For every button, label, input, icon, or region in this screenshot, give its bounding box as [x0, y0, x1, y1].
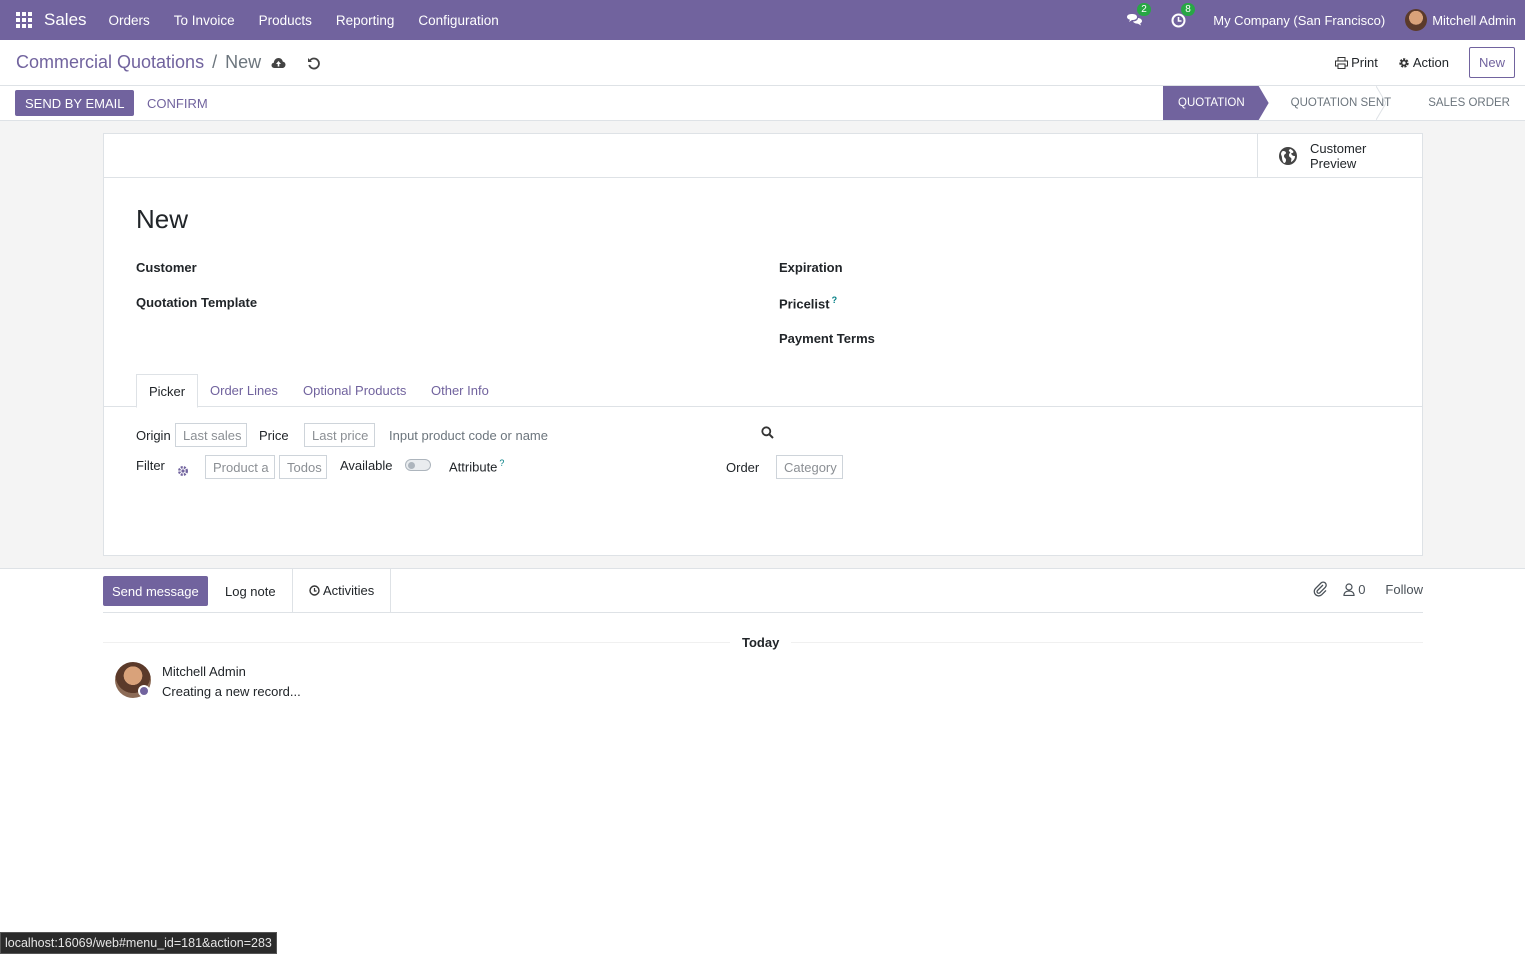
- chatter-topbar-right: 0 Follow: [1313, 581, 1423, 597]
- confirm-button[interactable]: CONFIRM: [147, 90, 208, 116]
- message-author[interactable]: Mitchell Admin: [162, 664, 246, 679]
- send-message-button[interactable]: Send message: [103, 576, 208, 606]
- apps-menu-icon[interactable]: [16, 12, 32, 28]
- company-switcher[interactable]: My Company (San Francisco): [1213, 13, 1385, 28]
- filter-all-select[interactable]: Todos: [279, 455, 327, 479]
- chatter: Send message Log note Activities 0 Follo…: [0, 568, 1525, 954]
- order-select[interactable]: Category: [776, 455, 843, 479]
- pricelist-help-icon[interactable]: ?: [832, 295, 838, 305]
- globe-icon: [1279, 147, 1297, 165]
- tab-picker[interactable]: Picker: [136, 374, 199, 408]
- record-title: New: [136, 204, 189, 234]
- tab-optional-products[interactable]: Optional Products: [291, 374, 418, 407]
- tab-order-lines[interactable]: Order Lines: [198, 374, 290, 407]
- activities-button[interactable]: Activities: [292, 569, 392, 612]
- price-select[interactable]: Last price: [304, 423, 375, 447]
- follow-button[interactable]: Follow: [1385, 582, 1423, 597]
- quotation-template-label: Quotation Template: [136, 295, 258, 310]
- payment-terms-label: Payment Terms: [779, 331, 875, 346]
- menu-reporting[interactable]: Reporting: [336, 13, 395, 28]
- print-label: Print: [1351, 55, 1378, 70]
- log-note-button[interactable]: Log note: [217, 576, 284, 606]
- print-icon: [1335, 56, 1349, 69]
- price-label: Price: [259, 428, 289, 443]
- discard-button[interactable]: [306, 55, 322, 71]
- stage-separator: [1376, 86, 1386, 120]
- send-by-email-button[interactable]: SEND BY EMAIL: [15, 90, 135, 116]
- stage-sales-order[interactable]: SALES ORDER: [1406, 86, 1525, 120]
- customer-preview-line1: Customer: [1310, 141, 1367, 156]
- status-url-tooltip: localhost:16069/web#menu_id=181&action=2…: [0, 932, 277, 954]
- available-toggle[interactable]: [405, 459, 431, 471]
- customer-preview-button[interactable]: Customer Preview: [1257, 134, 1422, 178]
- app-name[interactable]: Sales: [44, 10, 87, 30]
- pricelist-label: Pricelist?: [779, 295, 837, 311]
- date-separator: Today: [730, 635, 792, 650]
- attribute-help-icon[interactable]: ?: [499, 458, 504, 468]
- activities-label: Activities: [323, 583, 375, 598]
- notebook-tabs: Picker Order Lines Optional Products Oth…: [104, 374, 1422, 408]
- user-avatar[interactable]: [1405, 9, 1428, 31]
- filter-product-select[interactable]: Product a: [205, 455, 275, 479]
- paperclip-icon[interactable]: [1313, 581, 1328, 597]
- stage-quotation[interactable]: QUOTATION: [1163, 86, 1269, 120]
- control-panel: Commercial Quotations / New Print Action…: [0, 40, 1525, 121]
- expiration-label: Expiration: [779, 260, 843, 275]
- button-box: Customer Preview: [104, 134, 1422, 178]
- user-icon: [1343, 582, 1355, 596]
- user-menu[interactable]: Mitchell Admin: [1432, 13, 1516, 28]
- origin-select[interactable]: Last sales: [175, 423, 247, 447]
- customer-preview-label: Customer Preview: [1310, 141, 1366, 171]
- print-menu[interactable]: Print: [1335, 55, 1378, 70]
- top-navbar: Sales Orders To Invoice Products Reporti…: [0, 0, 1525, 40]
- filter-label: Filter: [136, 458, 165, 473]
- breadcrumb-current: New: [225, 52, 262, 72]
- activity-menu[interactable]: 8: [1169, 3, 1195, 29]
- action-label: Action: [1412, 55, 1449, 70]
- chatter-divider: [103, 612, 1423, 613]
- gear-icon: [1399, 57, 1409, 68]
- origin-label: Origin: [136, 428, 171, 443]
- status-bar: QUOTATION QUOTATION SENT SALES ORDER: [1163, 86, 1525, 120]
- breadcrumb: Commercial Quotations / New: [16, 52, 261, 73]
- customer-preview-line2: Preview: [1310, 156, 1357, 171]
- product-search-input[interactable]: Input product code or name: [389, 428, 548, 443]
- available-label: Available: [340, 458, 393, 473]
- form-sheet: Customer Preview New Customer Quotation …: [103, 133, 1423, 556]
- breadcrumb-parent[interactable]: Commercial Quotations: [16, 52, 204, 73]
- online-status-dot: [138, 685, 150, 697]
- undo-icon: [308, 57, 320, 70]
- filter-settings-icon[interactable]: [177, 465, 189, 477]
- activities-count-badge: 8: [1181, 3, 1195, 16]
- menu-to-invoice[interactable]: To Invoice: [174, 13, 235, 28]
- breadcrumb-separator: /: [212, 52, 218, 72]
- save-button[interactable]: [270, 55, 286, 71]
- pricelist-label-text: Pricelist: [779, 296, 830, 312]
- new-record-button[interactable]: New: [1468, 47, 1515, 78]
- menu-orders[interactable]: Orders: [109, 13, 150, 28]
- search-icon[interactable]: [761, 426, 774, 439]
- order-label: Order: [726, 460, 760, 475]
- message-body: Creating a new record...: [162, 684, 301, 699]
- clock-icon: [309, 585, 320, 596]
- customer-label: Customer: [136, 260, 197, 275]
- menu-products[interactable]: Products: [259, 13, 312, 28]
- attribute-label-text: Attribute: [449, 459, 498, 475]
- messaging-menu[interactable]: 2: [1125, 3, 1151, 29]
- tab-other-info[interactable]: Other Info: [419, 374, 501, 407]
- attribute-label: Attribute?: [449, 458, 504, 474]
- action-menu[interactable]: Action: [1398, 55, 1449, 70]
- messages-count-badge: 2: [1137, 3, 1151, 16]
- followers-count[interactable]: 0: [1358, 582, 1365, 597]
- cloud-upload-icon: [271, 58, 285, 68]
- menu-configuration[interactable]: Configuration: [418, 13, 498, 28]
